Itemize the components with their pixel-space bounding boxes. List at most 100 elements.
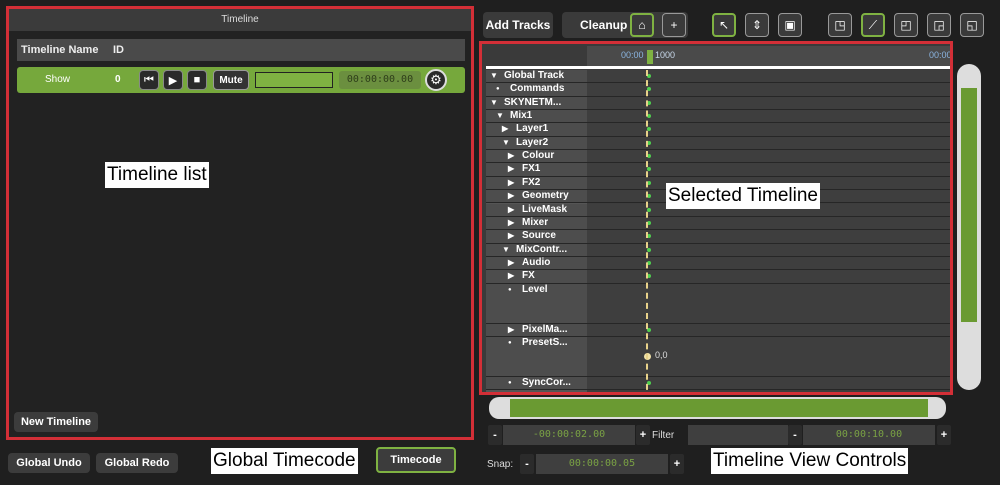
- keyframe-tool-button[interactable]: ▣: [778, 13, 802, 37]
- expand-arrow-icon[interactable]: ▼: [496, 111, 504, 120]
- track-label: FX1: [522, 163, 541, 175]
- track-lane[interactable]: [587, 243, 950, 257]
- track-row[interactable]: ▶ FX2: [486, 176, 587, 191]
- track-row[interactable]: ▼ Global Track: [486, 70, 587, 84]
- bullet-icon: ●: [508, 286, 512, 293]
- add-button[interactable]: +: [662, 13, 686, 37]
- track-lane[interactable]: [587, 163, 950, 177]
- timeline-list-panel: Timeline Timeline Name ID Show 0 ⏮ ▶ ■ M…: [6, 6, 474, 440]
- snap-field[interactable]: 00:00:00.05: [536, 454, 668, 474]
- snap-decrement[interactable]: -: [520, 454, 534, 474]
- global-redo-button[interactable]: Global Redo: [96, 453, 178, 473]
- expand-arrow-icon[interactable]: ▼: [490, 98, 498, 107]
- collapse-arrow-icon[interactable]: ▶: [508, 205, 514, 214]
- timecode-button[interactable]: Timecode: [376, 447, 456, 473]
- track-row[interactable]: ● PresetS...: [486, 336, 587, 377]
- curve-tool-3-button[interactable]: ◰: [894, 13, 918, 37]
- snap-increment[interactable]: +: [670, 454, 684, 474]
- track-row[interactable]: ▶ Colour: [486, 150, 587, 164]
- collapse-arrow-icon[interactable]: ▶: [508, 271, 514, 280]
- vertical-scroll-thumb[interactable]: [961, 88, 977, 322]
- plus-icon: +: [670, 18, 678, 32]
- track-row[interactable]: ▼ SKYNETM...: [486, 96, 587, 111]
- collapse-arrow-icon[interactable]: ▶: [508, 258, 514, 267]
- track-row[interactable]: ▶ LiveMask: [486, 203, 587, 217]
- collapse-arrow-icon[interactable]: ▶: [508, 231, 514, 240]
- start-time-field[interactable]: -00:00:02.00: [503, 425, 635, 445]
- move-tool-button[interactable]: ⇕: [745, 13, 769, 37]
- track-lane[interactable]: [587, 283, 950, 324]
- end-time-decrement[interactable]: -: [788, 425, 802, 445]
- stop-icon: ■: [193, 74, 201, 86]
- expand-arrow-icon[interactable]: ▼: [490, 71, 498, 80]
- track-lane[interactable]: [587, 270, 950, 284]
- track-row[interactable]: ▶ FX1: [486, 163, 587, 177]
- global-undo-button[interactable]: Global Undo: [8, 453, 90, 473]
- track-lane[interactable]: [587, 123, 950, 137]
- start-time-increment[interactable]: +: [636, 425, 650, 445]
- expand-arrow-icon[interactable]: ▼: [502, 138, 510, 147]
- track-label: FX: [522, 270, 535, 282]
- track-lane[interactable]: [587, 216, 950, 231]
- track-row[interactable]: ▶ FX: [486, 270, 587, 284]
- play-button[interactable]: ▶: [163, 70, 183, 90]
- track-row[interactable]: ▶ Source: [486, 230, 587, 244]
- track-row[interactable]: ● Level: [486, 283, 587, 324]
- horizontal-scroll-thumb[interactable]: [510, 399, 928, 417]
- curve-tool-4-button[interactable]: ◲: [927, 13, 951, 37]
- collapse-arrow-icon[interactable]: ▶: [508, 218, 514, 227]
- mute-button[interactable]: Mute: [213, 70, 249, 90]
- track-lane[interactable]: [587, 110, 950, 124]
- rewind-button[interactable]: ⏮: [139, 70, 159, 90]
- curve-tool-1-button[interactable]: ◳: [828, 13, 852, 37]
- track-row[interactable]: ▼ Layer2: [486, 136, 587, 151]
- track-row[interactable]: ▶ PixelMa...: [486, 323, 587, 337]
- track-row[interactable]: ▼ Mix1: [486, 110, 587, 124]
- filter-input[interactable]: [688, 425, 788, 445]
- expand-arrow-icon[interactable]: ▼: [502, 245, 510, 254]
- timeline-row[interactable]: Show 0 ⏮ ▶ ■ Mute 00:00:00.00 ⚙: [17, 67, 465, 93]
- track-lane[interactable]: [587, 150, 950, 164]
- cleanup-button[interactable]: ⌂: [630, 13, 654, 37]
- collapse-arrow-icon[interactable]: ▶: [508, 164, 514, 173]
- track-row[interactable]: ▶ Geometry: [486, 190, 587, 204]
- end-time-field[interactable]: 00:00:10.00: [803, 425, 935, 445]
- column-id[interactable]: ID: [113, 39, 124, 61]
- track-row[interactable]: ▶ Mixer: [486, 216, 587, 231]
- timeline-settings-button[interactable]: ⚙: [425, 69, 447, 91]
- track-lane[interactable]: [587, 323, 950, 337]
- track-lane[interactable]: [587, 256, 950, 271]
- curve-tool-2-button[interactable]: ⟋: [861, 13, 885, 37]
- end-time-increment[interactable]: +: [937, 425, 951, 445]
- track-row[interactable]: ▶ Layer1: [486, 123, 587, 137]
- timeline-id: 0: [115, 74, 121, 85]
- select-tool-button[interactable]: ↖: [712, 13, 736, 37]
- track-lane[interactable]: [587, 96, 950, 111]
- stop-button[interactable]: ■: [187, 70, 207, 90]
- playhead-marker[interactable]: [647, 50, 653, 64]
- track-lane[interactable]: [587, 70, 950, 84]
- new-timeline-button[interactable]: New Timeline: [14, 412, 98, 432]
- curve-tool-5-button[interactable]: ◱: [960, 13, 984, 37]
- collapse-arrow-icon[interactable]: ▶: [508, 178, 514, 187]
- collapse-arrow-icon[interactable]: ▶: [502, 124, 508, 133]
- track-lane[interactable]: [587, 336, 950, 377]
- track-lane[interactable]: [587, 136, 950, 151]
- track-row[interactable]: ▶ Audio: [486, 256, 587, 271]
- column-timeline-name[interactable]: Timeline Name: [21, 39, 98, 61]
- collapse-arrow-icon[interactable]: ▶: [508, 191, 514, 200]
- track-label: LiveMask: [522, 203, 568, 215]
- add-tracks-button[interactable]: Add Tracks: [483, 12, 553, 38]
- track-row[interactable]: ▼ MixContr...: [486, 243, 587, 257]
- collapse-arrow-icon[interactable]: ▶: [508, 325, 514, 334]
- track-row[interactable]: ● Commands: [486, 83, 587, 97]
- track-row[interactable]: ● SyncCor...: [486, 376, 587, 391]
- collapse-arrow-icon[interactable]: ▶: [508, 151, 514, 160]
- track-lane[interactable]: [587, 83, 950, 97]
- start-time-decrement[interactable]: -: [488, 425, 502, 445]
- track-lane[interactable]: [587, 376, 950, 391]
- timeline-progress-bar[interactable]: [255, 72, 333, 88]
- time-ruler[interactable]: 00:00 1000 00:00: [587, 46, 950, 66]
- track-lanes[interactable]: 0,0: [587, 70, 950, 392]
- track-lane[interactable]: [587, 230, 950, 244]
